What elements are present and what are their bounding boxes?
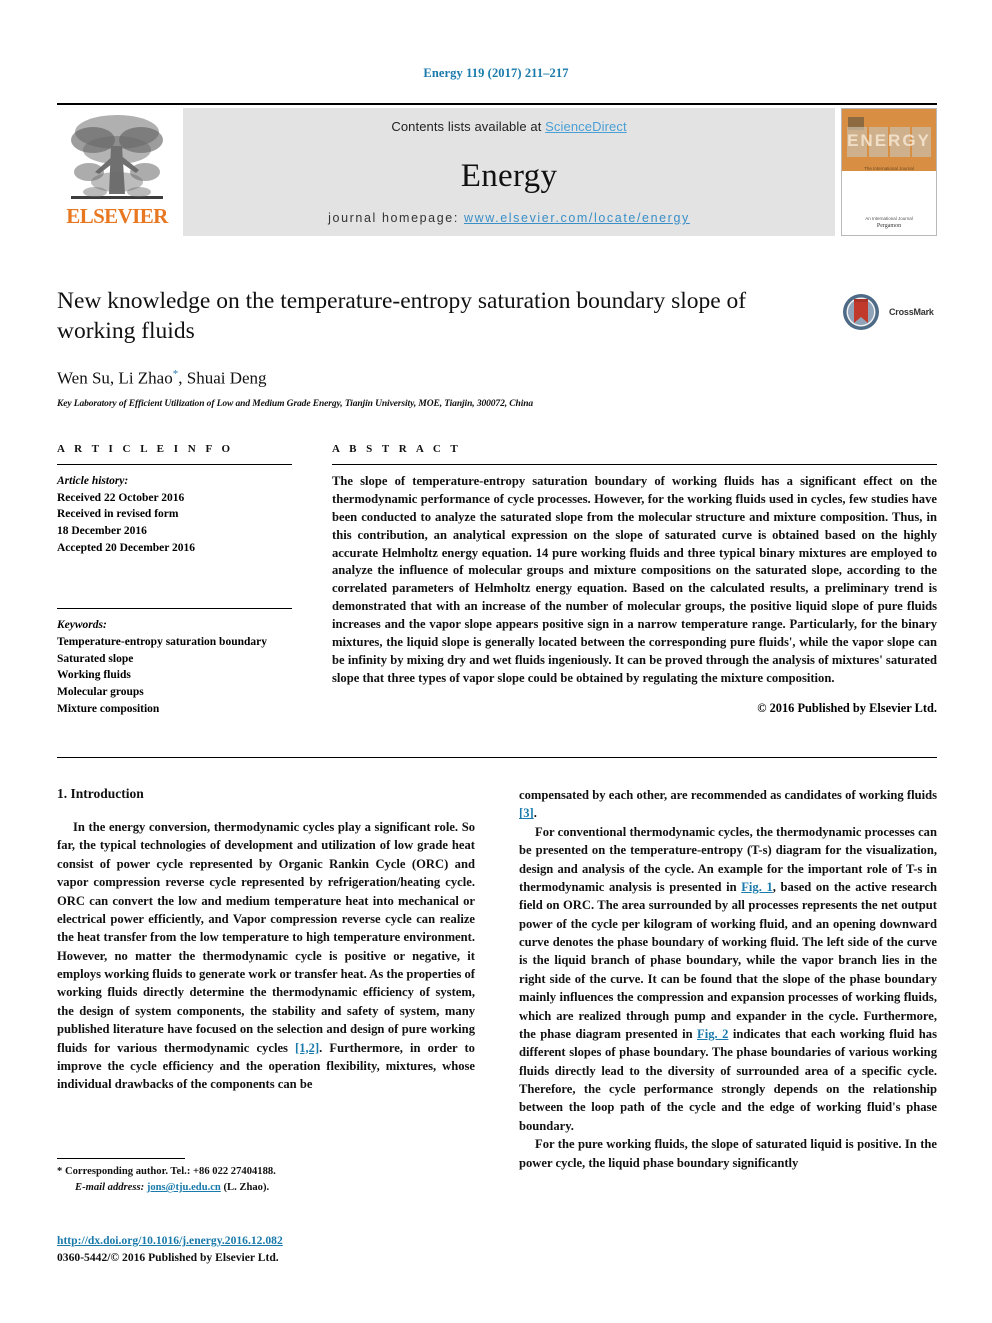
elsevier-tree-icon: [65, 110, 169, 208]
keyword-item: Working fluids: [57, 669, 131, 682]
cover-title: ENERGY: [847, 131, 931, 150]
footnote-marker: *: [57, 1166, 63, 1177]
footnote-rule: [57, 1158, 185, 1159]
email-link[interactable]: jons@tju.edu.cn: [147, 1182, 221, 1193]
issn-copyright-line: 0360-5442/© 2016 Published by Elsevier L…: [57, 1251, 279, 1265]
abstract-column: A B S T R A C T The slope of temperature…: [332, 443, 937, 717]
corresponding-author-text: Corresponding author. Tel.: +86 022 2740…: [64, 1166, 276, 1177]
crossmark-label: CrossMark: [889, 307, 934, 317]
abstract-rule: [332, 464, 937, 465]
paragraph-text: In the energy conversion, thermodynamic …: [57, 820, 476, 1055]
figure-link-fig-2[interactable]: Fig. 2: [697, 1027, 728, 1041]
contents-available-line: Contents lists available at ScienceDirec…: [183, 108, 835, 134]
article-info-column: A R T I C L E I N F O Article history: R…: [57, 443, 292, 717]
paragraph-text-cont: , based on the active research field on …: [519, 879, 937, 1041]
body-column-gap: [475, 786, 519, 1172]
doi-link[interactable]: http://dx.doi.org/10.1016/j.energy.2016.…: [57, 1232, 557, 1249]
cover-brand: Pergamon: [876, 223, 902, 229]
keyword-item: Molecular groups: [57, 686, 144, 699]
paragraph-text: compensated by each other, are recommend…: [519, 788, 937, 802]
abstract-copyright: © 2016 Published by Elsevier Ltd.: [757, 700, 937, 715]
figure-link-fig-1[interactable]: Fig. 1: [741, 880, 773, 894]
column-gap: [292, 443, 332, 717]
keyword-item: Saturated slope: [57, 652, 134, 665]
corresponding-author-line: * Corresponding author. Tel.: +86 022 27…: [57, 1164, 475, 1180]
paragraph-text-cont: .: [533, 806, 537, 821]
citation-link-1-2[interactable]: [1,2]: [295, 1041, 319, 1055]
affiliation: Key Laboratory of Efficient Utilization …: [57, 398, 534, 409]
elsevier-wordmark: ELSEVIER: [66, 204, 168, 228]
keyword-item: Mixture composition: [57, 702, 160, 715]
sciencedirect-link[interactable]: ScienceDirect: [545, 119, 627, 134]
crossmark-badge[interactable]: CrossMark: [841, 288, 937, 336]
article-info-rule: [57, 464, 292, 465]
authors-names: Wen Su, Li Zhao: [57, 368, 173, 388]
history-item: Received in revised form: [57, 508, 179, 521]
title-block: New knowledge on the temperature-entropy…: [57, 286, 937, 409]
contents-prefix: Contents lists available at: [391, 119, 546, 134]
crossmark-icon: [843, 294, 879, 330]
history-item: Received 22 October 2016: [57, 491, 185, 504]
journal-homepage-link[interactable]: www.elsevier.com/locate/energy: [464, 211, 690, 225]
article-info-heading: A R T I C L E I N F O: [57, 443, 234, 455]
body-column-left: 1. Introduction In the energy conversion…: [57, 786, 475, 1172]
keywords-rule: [57, 608, 292, 610]
elsevier-logo: ELSEVIER: [57, 108, 177, 236]
history-item: Accepted 20 December 2016: [57, 541, 196, 554]
info-abstract-region: A R T I C L E I N F O Article history: R…: [57, 443, 937, 717]
paper-page: Energy 119 (2017) 211–217 ELSEVIER Conte…: [0, 0, 992, 1323]
cover-bottom-panel: An International Journal Pergamon: [842, 171, 936, 235]
paragraph: For conventional thermodynamic cycles, t…: [519, 823, 937, 1135]
paragraph: In the energy conversion, thermodynamic …: [57, 818, 475, 1094]
article-history-label: Article history:: [57, 475, 129, 487]
journal-cover-thumbnail: ENERGY The International Journal An Inte…: [841, 108, 937, 236]
section-heading-introduction: 1. Introduction: [57, 786, 144, 801]
citation-link-3[interactable]: [3]: [519, 806, 534, 820]
keywords-label: Keywords:: [57, 619, 107, 632]
paragraph-text-cont2: indicates that each working fluid has di…: [519, 1026, 937, 1133]
corresponding-author-footnote: * Corresponding author. Tel.: +86 022 27…: [57, 1158, 475, 1196]
abstract-text: The slope of temperature-entropy saturat…: [332, 474, 937, 685]
authors-names-tail: , Shuai Deng: [178, 368, 267, 388]
body-column-right: compensated by each other, are recommend…: [519, 786, 937, 1172]
email-line: E-mail address: jons@tju.edu.cn (L. Zhao…: [57, 1180, 475, 1196]
email-label: E-mail address:: [75, 1181, 145, 1193]
masthead-top-rule: [57, 103, 937, 105]
author-list: Wen Su, Li Zhao*, Shuai Deng: [57, 368, 937, 389]
journal-homepage-line: journal homepage: www.elsevier.com/locat…: [183, 211, 835, 225]
journal-masthead: ELSEVIER Contents lists available at Sci…: [57, 103, 937, 236]
homepage-prefix: journal homepage:: [328, 211, 464, 225]
history-item: 18 December 2016: [57, 525, 147, 538]
paragraph: compensated by each other, are recommend…: [519, 786, 937, 823]
keywords-block: Keywords: Temperature-entropy saturation…: [57, 608, 292, 717]
page-title: New knowledge on the temperature-entropy…: [57, 288, 747, 345]
journal-title: Energy: [460, 158, 558, 194]
paragraph: For the pure working fluids, the slope o…: [519, 1137, 937, 1170]
cover-top-panel: ENERGY The International Journal: [842, 109, 936, 177]
doi-footer: http://dx.doi.org/10.1016/j.energy.2016.…: [57, 1232, 557, 1267]
email-suffix: (L. Zhao).: [223, 1181, 270, 1193]
abstract-heading: A B S T R A C T: [332, 443, 462, 455]
keyword-item: Temperature-entropy saturation boundary: [57, 636, 267, 649]
running-head: Energy 119 (2017) 211–217: [423, 66, 569, 80]
body-columns: 1. Introduction In the energy conversion…: [57, 786, 937, 1172]
abstract-bottom-rule: [57, 757, 937, 758]
cover-footer-text: An International Journal: [865, 216, 913, 222]
masthead-banner: Contents lists available at ScienceDirec…: [183, 108, 835, 236]
